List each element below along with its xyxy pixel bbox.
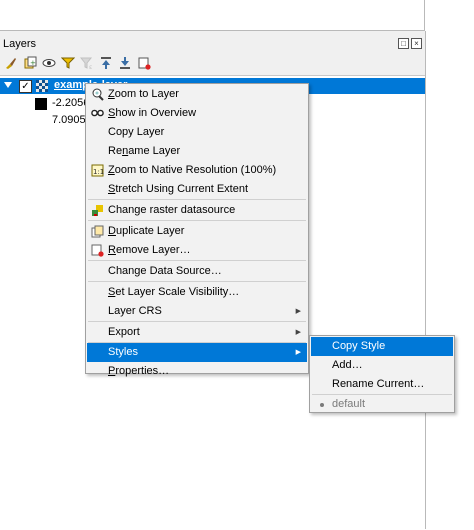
panel-title: Layers	[3, 38, 37, 50]
menu-item-layer-crs[interactable]: Layer CRS ▶	[87, 302, 307, 321]
chevron-down-icon[interactable]	[4, 82, 12, 88]
menu-item-styles[interactable]: Styles ▶	[87, 343, 307, 362]
menu-item-copy-layer[interactable]: Copy Layer	[87, 123, 307, 142]
menu-separator	[88, 260, 306, 261]
selected-dot-icon	[320, 403, 324, 407]
menu-item-duplicate-layer[interactable]: Duplicate Layer	[87, 222, 307, 241]
menu-separator	[88, 281, 306, 282]
menu-item-export[interactable]: Export ▶	[87, 323, 307, 342]
expand-all-icon[interactable]	[97, 54, 115, 72]
menu-item-rename-layer[interactable]: Rename Layer	[87, 142, 307, 161]
menu-item-remove-layer[interactable]: Remove Layer…	[87, 241, 307, 260]
raster-layer-icon	[36, 80, 48, 92]
menu-item-change-raster-datasource[interactable]: Change raster datasource	[87, 201, 307, 220]
menu-item-default-style[interactable]: default	[311, 395, 453, 414]
layer-context-menu: Zoom to Layer Show in Overview Copy Laye…	[85, 83, 309, 377]
svg-text:1:1: 1:1	[93, 168, 104, 176]
close-panel-button[interactable]: ×	[411, 38, 422, 49]
submenu-arrow-icon: ▶	[295, 349, 301, 356]
menu-item-stretch-extent[interactable]: Stretch Using Current Extent	[87, 180, 307, 199]
raster-datasource-icon	[91, 204, 104, 217]
menu-separator	[88, 220, 306, 221]
menu-item-rename-style[interactable]: Rename Current…	[311, 375, 453, 394]
menu-item-zoom-native-resolution[interactable]: 1:1 Zoom to Native Resolution (100%)	[87, 161, 307, 180]
submenu-arrow-icon: ▶	[295, 329, 301, 336]
map-canvas-area	[0, 0, 474, 31]
menu-item-show-in-overview[interactable]: Show in Overview	[87, 104, 307, 123]
styles-submenu: Copy Style Add… Rename Current… default	[309, 335, 455, 413]
remove-layer-icon	[91, 244, 104, 257]
layer-visibility-checkbox[interactable]: ✓	[19, 80, 32, 93]
expression-filter-icon[interactable]: ε	[78, 54, 96, 72]
menu-separator	[88, 321, 306, 322]
menu-item-change-data-source[interactable]: Change Data Source…	[87, 262, 307, 281]
panel-divider	[424, 0, 425, 30]
menu-item-scale-visibility[interactable]: Set Layer Scale Visibility…	[87, 283, 307, 302]
menu-item-zoom-to-layer[interactable]: Zoom to Layer	[87, 85, 307, 104]
style-brush-icon[interactable]	[2, 54, 20, 72]
add-group-icon[interactable]: +	[21, 54, 39, 72]
menu-item-properties[interactable]: Properties…	[87, 362, 307, 381]
filter-funnel-icon[interactable]	[59, 54, 77, 72]
layers-toolbar: + ε	[2, 53, 153, 73]
zoom-layer-icon	[91, 88, 104, 101]
svg-text:ε: ε	[89, 64, 92, 70]
visibility-eye-icon[interactable]	[40, 54, 58, 72]
overview-icon	[91, 107, 104, 120]
svg-text:+: +	[30, 59, 36, 67]
legend-min-value: -2.2056	[52, 97, 90, 109]
float-panel-button[interactable]: □	[398, 38, 409, 49]
menu-item-copy-style[interactable]: Copy Style	[311, 337, 453, 356]
submenu-arrow-icon: ▶	[295, 308, 301, 315]
menu-item-add-style[interactable]: Add…	[311, 356, 453, 375]
legend-color-swatch	[35, 98, 47, 110]
menu-separator	[88, 199, 306, 200]
collapse-all-icon[interactable]	[116, 54, 134, 72]
native-resolution-icon: 1:1	[91, 164, 104, 177]
duplicate-layer-icon	[91, 225, 104, 238]
remove-layer-icon[interactable]	[135, 54, 153, 72]
